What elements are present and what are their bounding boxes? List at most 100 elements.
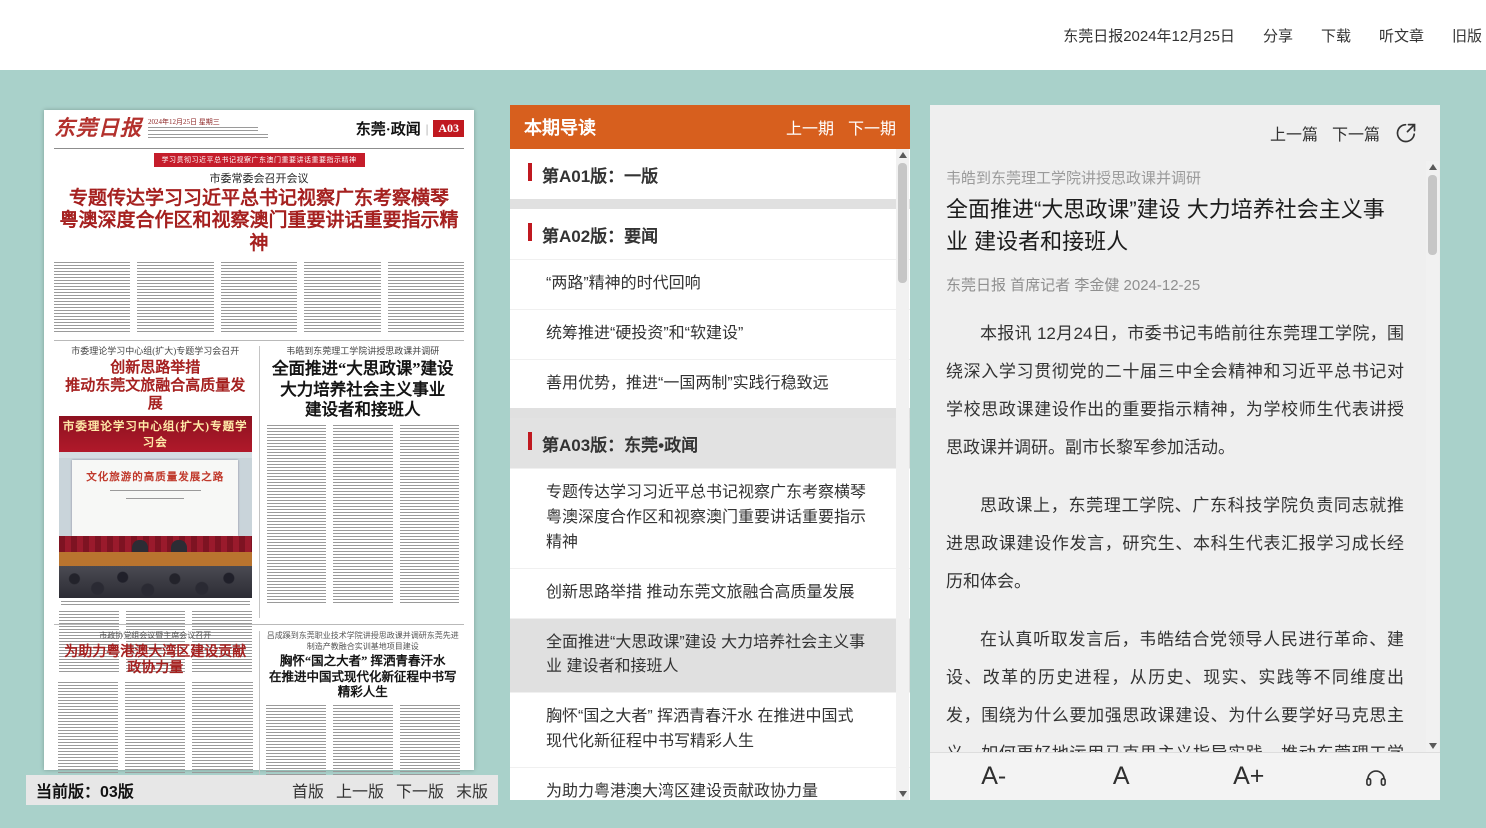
download-button[interactable]: 下载 [1321,25,1351,46]
toc-section-label: 第A01版：一版 [542,167,658,186]
newsprint-text-block [110,490,201,492]
newspaper-logo: 东莞日报 [54,118,142,139]
scroll-down-icon[interactable] [898,788,907,800]
share-button[interactable]: 分享 [1263,25,1293,46]
toc-section-row[interactable]: 第A02版：要闻 [510,209,910,259]
open-share-icon[interactable] [1394,121,1418,145]
article-block-sizheng: 韦皓到东莞理工学院讲授思政课并调研 全面推进“大思政课”建设 大力培养社会主义事… [262,346,465,618]
masthead-date: 2024年12月25日 星期三 [148,118,268,126]
article-block-culture-tourism: 市委理论学习中心组(扩大)专题学习会召开 创新思路举措 推动东莞文旅融合高质量发… [54,346,257,618]
article-kicker: 韦皓到东莞理工学院讲授思政课并调研 [267,346,460,357]
masthead-info: 2024年12月25日 星期三 [148,118,268,139]
font-larger-button[interactable]: A+ [1185,762,1313,791]
last-page-button[interactable]: 末版 [456,778,488,802]
toc-article-item[interactable]: “两路”精神的时代回响 [510,259,910,309]
page-section-name: 东莞·政闻 [356,118,421,139]
masthead-rule [54,148,464,149]
article-kicker: 市政协党组会议暨主席会议召开 [58,631,253,641]
scroll-up-icon[interactable] [1428,161,1437,173]
toc-article-item[interactable]: 善用优势，推进“一国两制”实践行稳致远 [510,359,910,409]
screen-title: 文化旅游的高质量发展之路 [72,469,238,484]
listen-control[interactable] [1313,762,1441,791]
projection-screen: 文化旅游的高质量发展之路 [72,460,238,536]
toc-section-row[interactable]: 第A01版：一版 [510,149,910,199]
paper-date-label: 东莞日报2024年12月25日 [1063,25,1235,46]
listen-article-button[interactable]: 听文章 [1379,25,1424,46]
prev-issue-button[interactable]: 上一期 [786,115,834,139]
article-kicker: 吕成蹊到东莞职业技术学院讲授思政课并调研东莞先进制造产教融合实训基地项目建设 [266,631,461,652]
article-byline: 东莞日报 首席记者 李金健 2024-12-25 [946,274,1404,295]
reader-toolbar: 上一篇 下一篇 [930,105,1440,149]
newspaper-page-image[interactable]: 东莞日报 2024年12月25日 星期三 东莞·政闻 | A03 学习贯彻习近平… [44,110,474,770]
column-divider [259,346,260,618]
article-headline: 胸怀“国之大者” 挥洒青春汗水 在推进中国式现代化新征程中书写精彩人生 [266,654,461,701]
toc-article-item[interactable]: 创新思路举措 推动东莞文旅融合高质量发展 [510,568,910,618]
toc-section-label: 第A02版：要闻 [542,227,658,246]
old-version-button[interactable]: 旧版 [1452,25,1482,46]
newsprint-text-block [54,262,464,334]
toc-scrollbar[interactable] [896,149,909,800]
first-page-button[interactable]: 首版 [292,778,324,802]
article-title: 全面推进“大思政课”建设 大力培养社会主义事业 建设者和接班人 [946,194,1404,258]
prev-article-button[interactable]: 上一篇 [1270,121,1318,145]
photo-curtain [59,536,252,552]
toc-article-item[interactable]: 胸怀“国之大者” 挥洒青春汗水 在推进中国式现代化新征程中书写精彩人生 [510,692,910,767]
toc-article-item[interactable]: 全面推进“大思政课”建设 大力培养社会主义事业 建设者和接班人 [510,618,910,693]
photo-caption [61,601,250,607]
next-issue-button[interactable]: 下一期 [848,115,896,139]
font-smaller-button[interactable]: A- [930,762,1058,791]
article-paragraph: 本报讯 12月24日，市委书记韦皓前往东莞理工学院，围绕深入学习贯彻党的二十届三… [946,315,1404,467]
scrollbar-thumb[interactable] [898,163,907,283]
next-page-button[interactable]: 下一版 [396,778,444,802]
newsprint-text-block [148,134,268,139]
lead-kicker: 市委常委会召开会议 [54,170,464,186]
page-pager-bar: 当前版：03版 首版 上一版 下一版 末版 [26,775,498,805]
newspaper-masthead: 东莞日报 2024年12月25日 星期三 东莞·政闻 | A03 [54,118,464,146]
article-headline: 创新思路举措 推动东莞文旅融合高质量发展 [59,359,252,413]
photo-banner: 市委理论学习中心组(扩大)专题学习会 [59,416,252,452]
article-headline: 为助力粤港澳大湾区建设贡献政协力量 [58,645,253,679]
font-normal-button[interactable]: A [1058,762,1186,791]
toc-article-item[interactable]: 为助力粤港澳大湾区建设贡献政协力量 [510,767,910,800]
top-bar: 东莞日报2024年12月25日 分享 下载 听文章 旧版 [0,0,1486,70]
article-reader-panel: 上一篇 下一篇 韦皓到东莞理工学院讲授思政课并调研 全面推进“大思政课”建设 大… [930,105,1440,800]
photo-audience [59,566,252,598]
prev-page-button[interactable]: 上一版 [336,778,384,802]
newsprint-text-block [126,498,184,500]
divider [54,340,464,341]
newsprint-text-block [148,127,258,132]
toc-title: 本期导读 [524,114,596,140]
current-page-label: 当前版：03版 [36,778,134,802]
next-article-button[interactable]: 下一篇 [1332,121,1380,145]
conference-photo: 文化旅游的高质量发展之路 [59,452,252,598]
scroll-up-icon[interactable] [898,149,907,161]
reader-font-controls: A- A A+ [930,752,1440,800]
article-scrollbar[interactable] [1426,161,1439,752]
article-kicker: 韦皓到东莞理工学院讲授思政课并调研 [946,167,1404,188]
toc-panel: 本期导读 上一期 下一期 第A01版：一版第A02版：要闻 “两路”精神的时代回响… [510,105,910,800]
scroll-down-icon[interactable] [1428,740,1437,752]
scrollbar-thumb[interactable] [1428,175,1437,255]
toc-section-row[interactable]: 第A03版：东莞•政闻 [510,418,910,468]
masthead-separator: | [426,121,429,137]
section-red-bar-icon [528,432,532,450]
newsprint-text-block [267,425,460,603]
article-paragraph: 思政课上，东莞理工学院、广东科技学院负责同志就推进思政课建设作发言，研究生、本科… [946,487,1404,601]
lead-headline: 专题传达学习习近平总书记视察广东考察横琴 粤澳深度合作区和视察澳门重要讲话重要指… [54,188,464,255]
toc-list: 第A01版：一版第A02版：要闻 “两路”精神的时代回响统筹推进“硬投资”和“软建… [510,149,910,800]
article-content: 韦皓到东莞理工学院讲授思政课并调研 全面推进“大思政课”建设 大力培养社会主义事… [930,155,1426,752]
article-paragraph: 在认真听取发言后，韦皓结合党领导人民进行革命、建设、改革的历史进程，从历史、现实… [946,621,1404,752]
theme-banner: 学习贯彻习近平总书记视察广东澳门重要讲话重要指示精神 [154,153,365,167]
section-red-bar-icon [528,223,532,241]
headphones-icon [1363,764,1389,790]
toc-article-item[interactable]: 专题传达学习习近平总书记视察广东考察横琴 粤澳深度合作区和视察澳门重要讲话重要指… [510,468,910,567]
page-number-badge: A03 [433,120,464,137]
article-body: 本报讯 12月24日，市委书记韦皓前往东莞理工学院，围绕深入学习贯彻党的二十届三… [946,315,1404,752]
toc-article-item[interactable]: 统筹推进“硬投资”和“软建设” [510,309,910,359]
toc-section-gap [510,199,910,209]
article-headline: 全面推进“大思政课”建设 大力培养社会主义事业 建设者和接班人 [267,359,460,419]
toc-header: 本期导读 上一期 下一期 [510,105,910,149]
toc-section-gap [510,408,910,418]
section-red-bar-icon [528,163,532,181]
article-kicker: 市委理论学习中心组(扩大)专题学习会召开 [59,346,252,357]
